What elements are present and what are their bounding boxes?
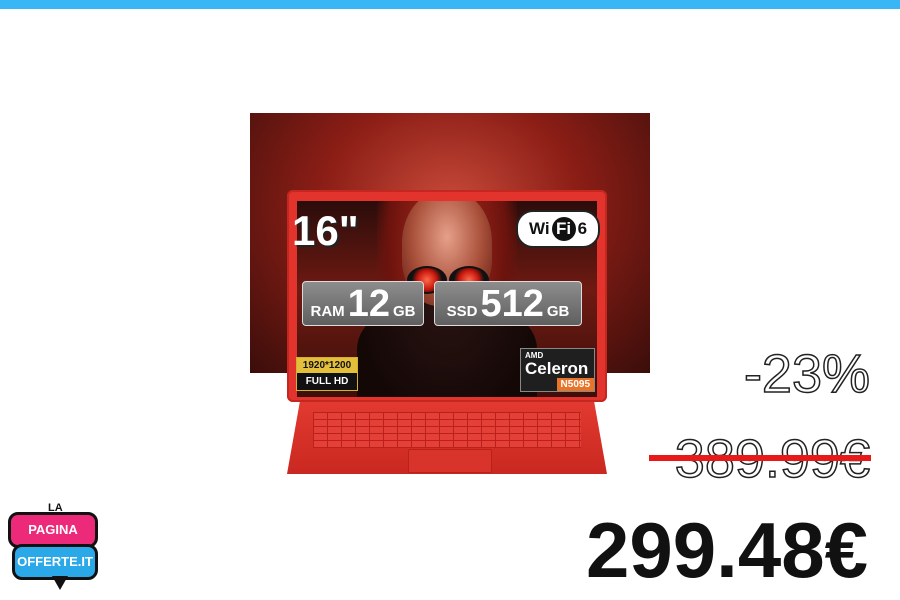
ssd-value: 512: [480, 283, 544, 325]
product-image: 16" Wi Fi 6 RAM 12 GB SSD 512 GB 1920*12…: [250, 113, 650, 480]
logo-bubble-pink: PAGINA DELLE: [8, 512, 98, 567]
discount-percent: -23%: [743, 343, 871, 405]
strikethrough-line: [649, 455, 871, 461]
ram-value: 12: [347, 283, 390, 325]
screen-size-label: 16": [292, 207, 359, 254]
site-logo[interactable]: LA PAGINA DELLE OFFERTE.IT: [8, 500, 100, 595]
new-price: 299.48€: [586, 506, 868, 594]
ssd-label: SSD: [446, 303, 478, 320]
ssd-unit: GB: [546, 303, 570, 320]
touchpad: [408, 449, 492, 473]
ssd-spec-badge: SSD 512 GB: [434, 281, 582, 326]
cpu-name: Celeron: [525, 359, 589, 378]
top-accent-bar: [0, 0, 900, 9]
logo-bubble-blue: OFFERTE.IT: [12, 544, 98, 580]
wifi-version: 6: [577, 219, 588, 238]
resolution-badge: 1920*1200 FULL HD: [296, 357, 358, 391]
cpu-badge: AMD Celeron N5095: [520, 348, 595, 392]
ram-spec-badge: RAM 12 GB: [302, 281, 424, 326]
ram-unit: GB: [392, 303, 416, 320]
ram-label: RAM: [310, 303, 345, 320]
wifi-fi: Fi: [551, 217, 576, 241]
keyboard: [313, 412, 581, 448]
cpu-model: N5095: [556, 378, 594, 391]
logo-speech-tail: [52, 576, 68, 590]
wifi6-badge: Wi Fi 6: [516, 210, 600, 248]
resolution-value: 1920*1200: [297, 358, 357, 373]
wifi-prefix: Wi: [528, 219, 550, 238]
resolution-label: FULL HD: [305, 376, 349, 387]
